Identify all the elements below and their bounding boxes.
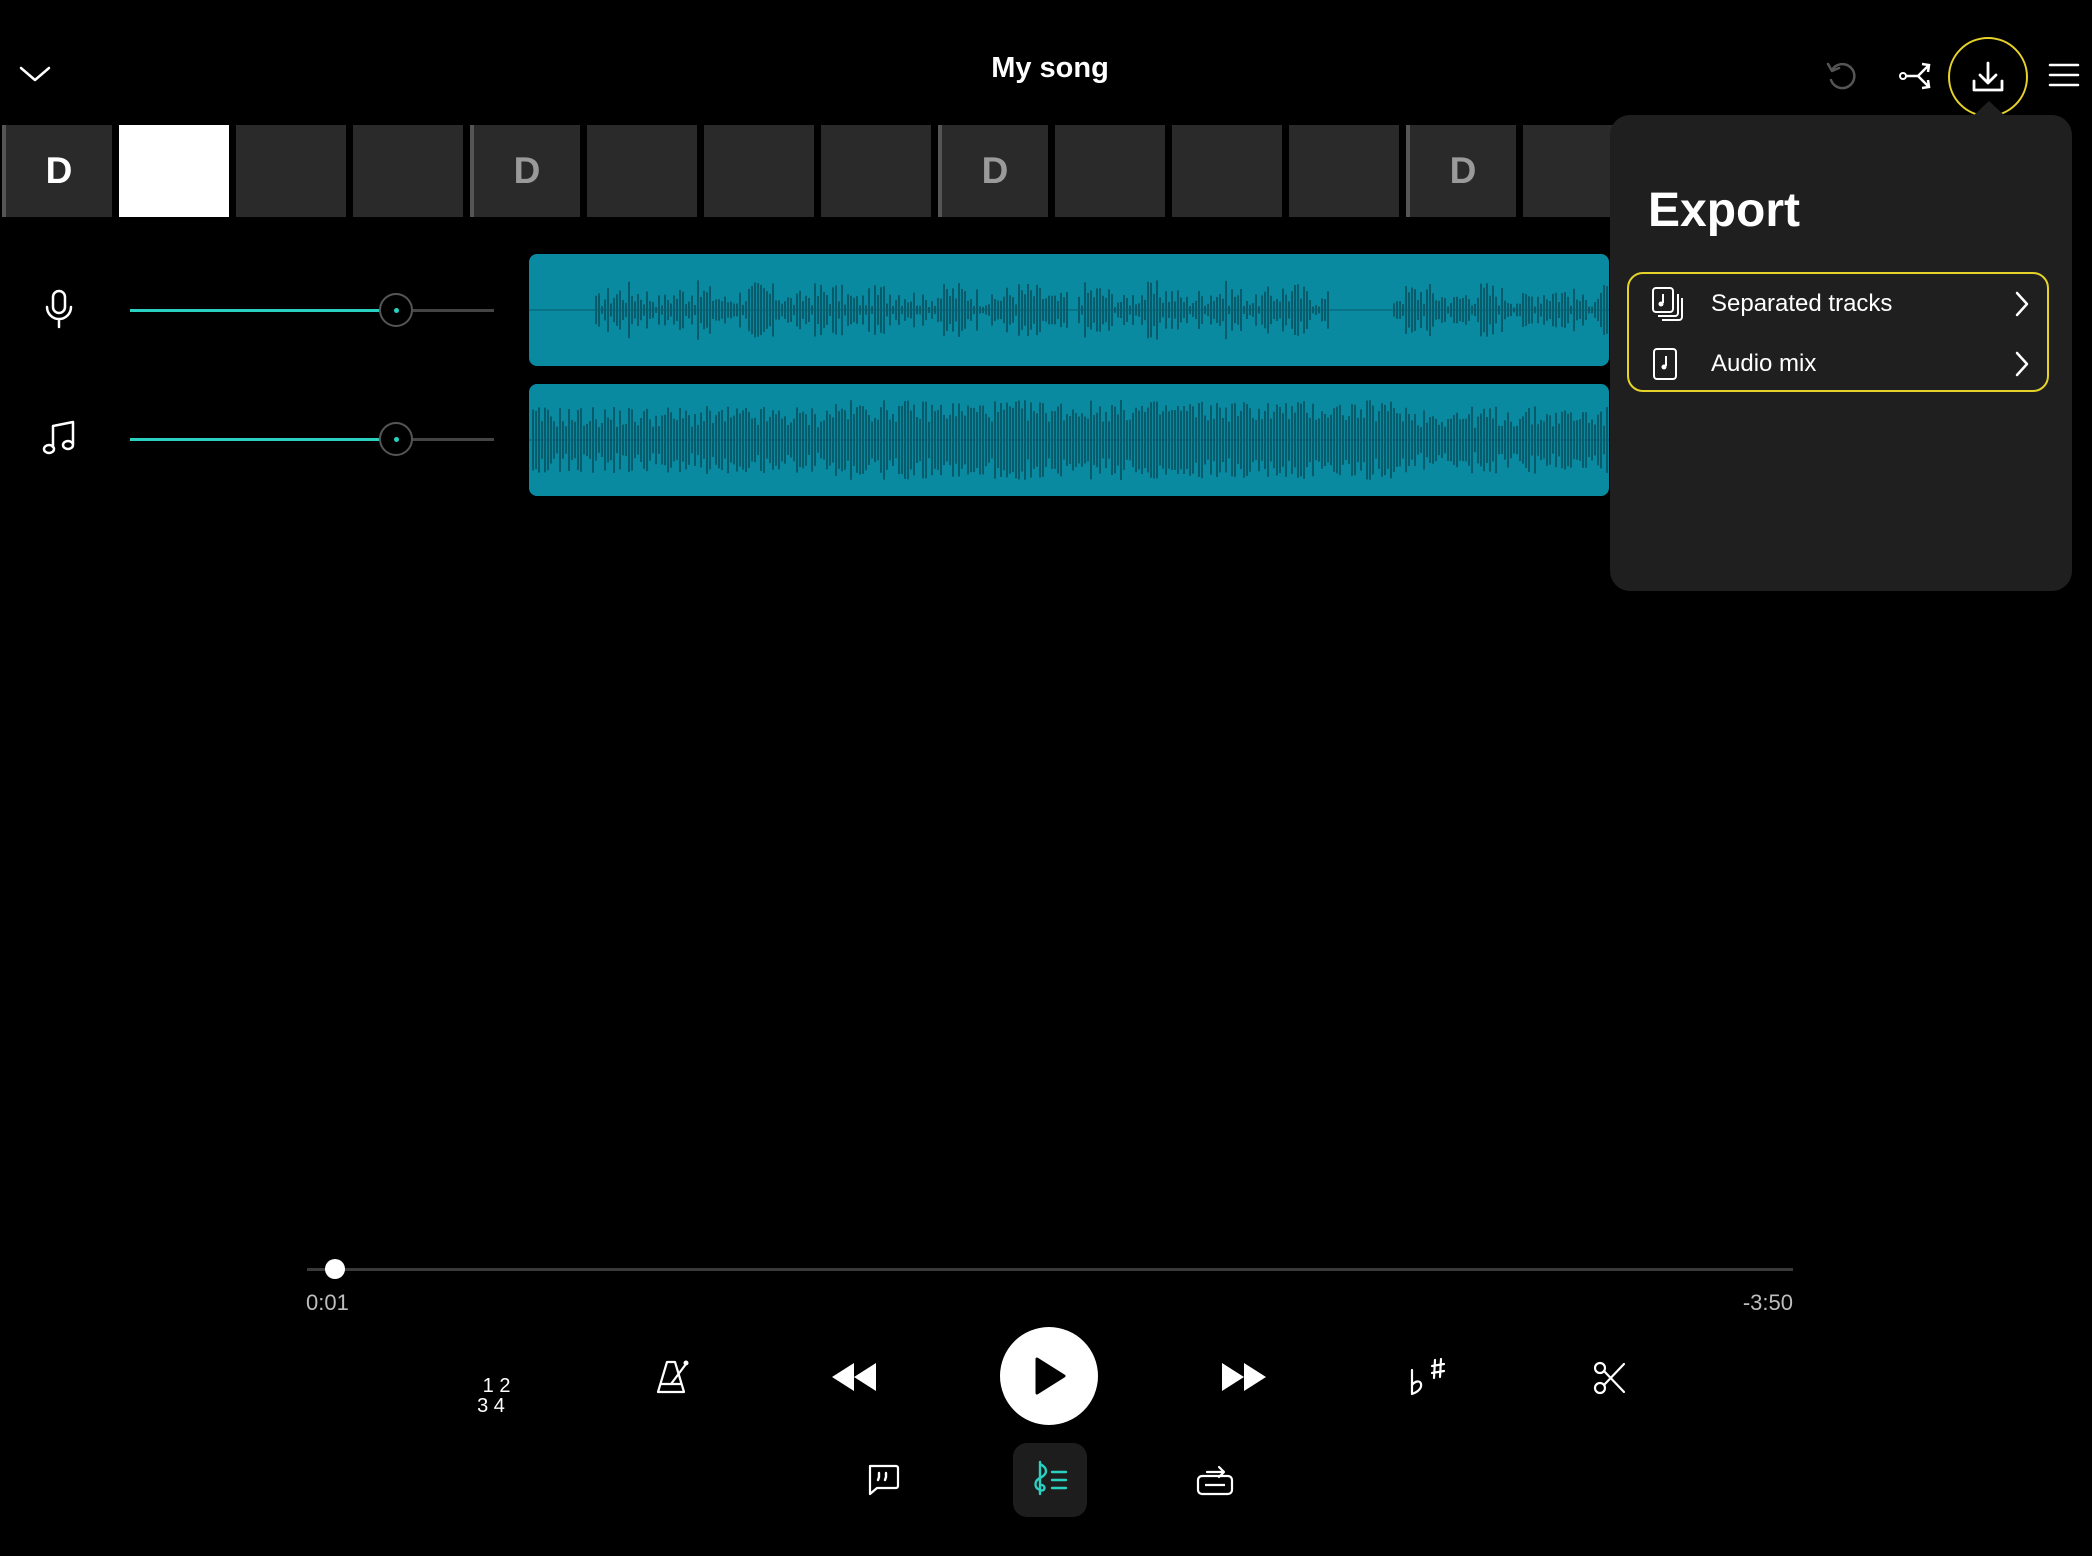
music-waveform-graphic [529,400,1609,480]
audio-file-icon [1651,346,1679,382]
music-note-icon [42,420,76,456]
metronome-icon[interactable] [654,1358,690,1396]
elapsed-time: 0:01 [306,1290,349,1315]
chord-cell[interactable] [353,125,463,217]
menu-icon[interactable] [2048,62,2080,88]
export-options: Separated tracks Audio mix [1627,272,2049,392]
chevron-right-icon [2015,291,2029,317]
vocals-volume-fill [130,309,396,312]
chord-cell[interactable] [1289,125,1399,217]
separated-tracks-icon [1651,286,1683,322]
chord-cell[interactable]: D [2,125,112,217]
playback-scrubber[interactable] [325,1259,346,1279]
separated-tracks-option[interactable]: Separated tracks [1629,274,2047,334]
music-volume-knob[interactable] [378,422,413,456]
microphone-icon [44,289,74,329]
popover-arrow [1974,101,2004,115]
chord-cell[interactable] [236,125,346,217]
chord-cell[interactable] [587,125,697,217]
song-title: My song [991,52,1109,84]
vocals-volume-knob[interactable] [378,293,413,327]
lyrics-icon[interactable] [865,1462,901,1498]
chord-cell[interactable]: D [1406,125,1516,217]
export-panel: Export Separated tracks Audio mix [1610,115,2072,591]
rewind-icon[interactable] [830,1361,878,1393]
remaining-time: -3:50 [1742,1290,1793,1315]
loop-icon[interactable] [1195,1462,1235,1498]
scissors-icon[interactable] [1592,1360,1628,1396]
play-icon [1031,1356,1067,1396]
chord-cell[interactable] [704,125,814,217]
chord-cell[interactable] [119,125,229,217]
chevron-right-icon [2015,351,2029,377]
vocals-waveform-graphic [529,280,1609,340]
chords-icon [1030,1460,1070,1500]
chord-cell[interactable] [821,125,931,217]
playback-progress-bar[interactable] [307,1259,1793,1279]
audio-mix-label: Audio mix [1711,350,1817,377]
chord-cell[interactable] [1055,125,1165,217]
play-button[interactable] [1000,1327,1098,1425]
chord-cell[interactable] [1172,125,1282,217]
chord-cell[interactable]: D [470,125,580,217]
share-icon[interactable] [1898,58,1934,94]
count-in-button[interactable]: 1 2 3 4 [470,1356,512,1416]
fast-forward-icon[interactable] [1220,1361,1268,1393]
transpose-icon[interactable] [1408,1358,1448,1398]
undo-icon[interactable] [1824,58,1860,94]
music-waveform[interactable] [529,384,1609,496]
vocals-waveform[interactable] [529,254,1609,366]
music-volume-slider[interactable] [130,422,494,456]
chord-cell[interactable]: D [938,125,1048,217]
audio-mix-option[interactable]: Audio mix [1629,334,2047,394]
count-in-icon: 1 2 3 4 [477,1375,511,1417]
export-title: Export [1648,184,1801,237]
vocals-volume-slider[interactable] [130,293,494,327]
separated-tracks-label: Separated tracks [1711,290,1893,317]
chords-button[interactable] [1013,1443,1087,1517]
music-volume-fill [130,438,396,441]
download-icon [1968,57,2008,97]
